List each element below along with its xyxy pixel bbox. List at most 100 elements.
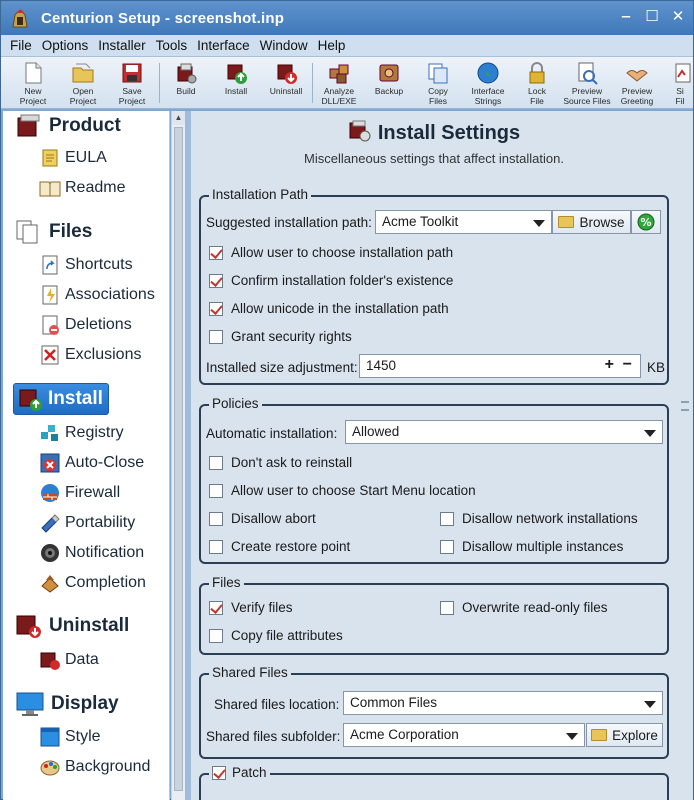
open-project-icon [71, 61, 95, 85]
sidebar-item-data[interactable]: Data [39, 647, 99, 673]
sign-file-button[interactable]: Si Fil [665, 59, 693, 108]
patch-checkbox[interactable]: Patch [209, 765, 270, 780]
checkbox-unchecked[interactable] [440, 539, 454, 554]
checkbox-unchecked[interactable] [209, 628, 223, 643]
verify-files-checkbox[interactable]: Verify files [209, 600, 293, 615]
size-unit-label: KB [647, 360, 666, 375]
disallow-multiple-checkbox[interactable]: Disallow multiple instances [440, 539, 623, 554]
browse-button[interactable]: Browse [552, 210, 631, 234]
completion-icon [39, 572, 61, 594]
sidebar-item-eula[interactable]: EULA [39, 145, 107, 171]
sidebar-item-associations[interactable]: Associations [39, 282, 155, 308]
menu-interface[interactable]: Interface [192, 38, 255, 53]
sidebar-item-notification[interactable]: Notification [39, 540, 144, 566]
create-restore-point-checkbox[interactable]: Create restore point [209, 539, 350, 554]
allow-start-menu-checkbox[interactable]: Allow user to choose Start Menu location [209, 483, 476, 498]
size-adjustment-input[interactable]: 1450 + − [359, 354, 641, 378]
sidebar-item-auto-close[interactable]: Auto-Close [39, 450, 144, 476]
copy-files-button[interactable]: Copy Files [413, 59, 463, 108]
preview-greeting-button[interactable]: Preview Greeting [612, 59, 662, 108]
sidebar-category-install[interactable]: Install [13, 383, 109, 415]
allow-unicode-checkbox[interactable]: Allow unicode in the installation path [209, 301, 449, 316]
percent-icon: % [637, 213, 655, 231]
increment-button[interactable]: + [605, 356, 614, 374]
checkbox-checked[interactable] [209, 301, 223, 316]
checkbox-checked[interactable] [209, 600, 223, 615]
checkbox-unchecked[interactable] [209, 483, 223, 498]
close-button[interactable]: ✕ [667, 7, 689, 27]
suggested-path-combobox[interactable]: Acme Toolkit [375, 210, 552, 234]
checkbox-unchecked[interactable] [440, 511, 454, 526]
scroll-up-arrow[interactable]: ▲ [172, 111, 185, 125]
group-title: Installation Path [209, 187, 312, 202]
sidebar-item-portability[interactable]: Portability [39, 510, 135, 536]
menu-file[interactable]: File [5, 38, 37, 53]
analyze-icon [327, 61, 351, 85]
sidebar-category-uninstall[interactable]: Uninstall [15, 611, 129, 641]
checkbox-checked[interactable] [212, 765, 226, 780]
analyze-button[interactable]: Analyze DLL/EXE [314, 59, 364, 108]
interface-strings-button[interactable]: Interface Strings [463, 59, 513, 108]
preview-source-button[interactable]: Preview Source Files [562, 59, 612, 108]
scrollbar-thumb[interactable] [174, 127, 183, 791]
sidebar-item-readme[interactable]: Readme [39, 175, 125, 201]
new-project-button[interactable]: New Project [8, 59, 58, 108]
uninstall-button[interactable]: Uninstall [261, 59, 311, 108]
save-project-button[interactable]: Save Project [107, 59, 157, 108]
shared-location-select[interactable]: Common Files [343, 691, 663, 715]
minimize-button[interactable]: ‒ [615, 7, 637, 27]
variables-button[interactable]: % [631, 210, 661, 234]
new-project-icon [21, 61, 45, 85]
menu-help[interactable]: Help [313, 38, 351, 53]
build-button[interactable]: Build [161, 59, 211, 108]
sidebar-item-deletions[interactable]: Deletions [39, 312, 132, 338]
install-settings-panel: Install Settings Miscellaneous settings … [191, 111, 677, 800]
menu-tools[interactable]: Tools [151, 38, 193, 53]
backup-button[interactable]: Backup [364, 59, 414, 108]
checkbox-unchecked[interactable] [209, 539, 223, 554]
sidebar-item-registry[interactable]: Registry [39, 420, 124, 446]
sidebar-category-product[interactable]: Product [15, 111, 121, 141]
dont-ask-reinstall-checkbox[interactable]: Don't ask to reinstall [209, 455, 352, 470]
checkbox-unchecked[interactable] [440, 600, 454, 615]
disallow-abort-checkbox[interactable]: Disallow abort [209, 511, 316, 526]
open-project-button[interactable]: Open Project [58, 59, 108, 108]
folder-icon [558, 216, 575, 228]
sidebar-scrollbar[interactable]: ▲ [171, 111, 185, 800]
monitor-icon [15, 690, 45, 718]
disallow-network-checkbox[interactable]: Disallow network installations [440, 511, 638, 526]
checkbox-checked[interactable] [209, 273, 223, 288]
decrement-button[interactable]: − [623, 356, 632, 374]
copy-file-attributes-checkbox[interactable]: Copy file attributes [209, 628, 343, 643]
page-header: Install Settings Miscellaneous settings … [191, 119, 677, 166]
confirm-folder-exists-checkbox[interactable]: Confirm installation folder's existence [209, 273, 453, 288]
sidebar-item-completion[interactable]: Completion [39, 570, 146, 596]
menu-options[interactable]: Options [37, 38, 94, 53]
explore-button[interactable]: Explore [586, 723, 663, 747]
checkbox-unchecked[interactable] [209, 329, 223, 344]
checkbox-checked[interactable] [209, 245, 223, 260]
firewall-icon [39, 482, 61, 504]
automatic-installation-select[interactable]: Allowed [345, 420, 663, 444]
sidebar-item-shortcuts[interactable]: Shortcuts [39, 252, 133, 278]
grip-icon [681, 401, 689, 411]
install-button[interactable]: Install [211, 59, 261, 108]
group-title: Policies [209, 396, 262, 411]
shared-subfolder-combobox[interactable]: Acme Corporation [343, 723, 585, 747]
checkbox-unchecked[interactable] [209, 455, 223, 470]
lock-file-button[interactable]: Lock File [512, 59, 562, 108]
grant-security-checkbox[interactable]: Grant security rights [209, 329, 352, 344]
checkbox-unchecked[interactable] [209, 511, 223, 526]
sidebar-item-background[interactable]: Background [39, 754, 150, 780]
sidebar-item-style[interactable]: Style [39, 724, 101, 750]
allow-choose-path-checkbox[interactable]: Allow user to choose installation path [209, 245, 453, 260]
overwrite-readonly-checkbox[interactable]: Overwrite read-only files [440, 600, 608, 615]
menu-window[interactable]: Window [255, 38, 313, 53]
menu-installer[interactable]: Installer [93, 38, 150, 53]
sidebar-item-exclusions[interactable]: Exclusions [39, 342, 141, 368]
sidebar-item-firewall[interactable]: Firewall [39, 480, 120, 506]
maximize-button[interactable]: ☐ [641, 7, 663, 27]
sidebar-category-files[interactable]: Files [15, 217, 92, 247]
sidebar-category-display[interactable]: Display [15, 689, 119, 719]
content-scrollbar[interactable] [677, 111, 693, 800]
